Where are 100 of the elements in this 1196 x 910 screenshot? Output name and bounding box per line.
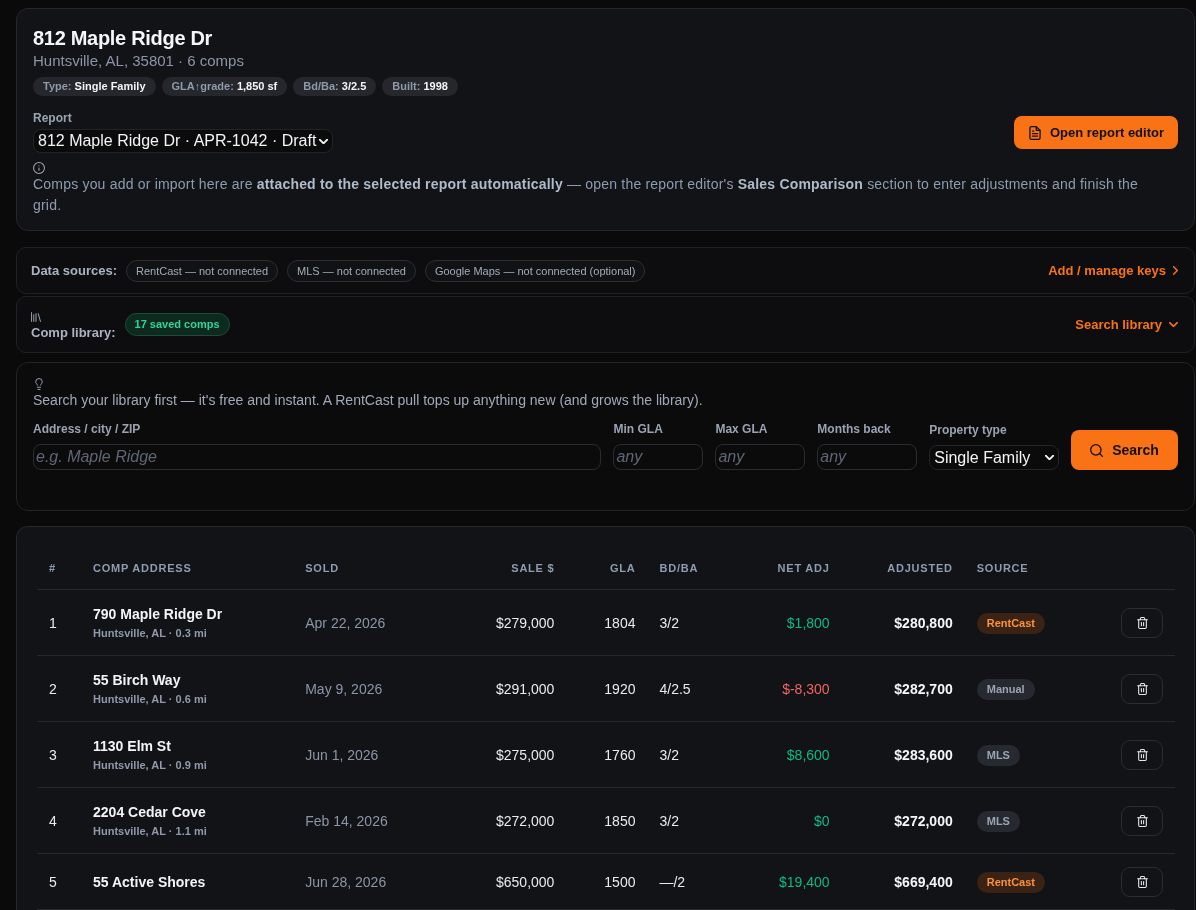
table-cell: 1500 [566,853,648,910]
table-cell: 2 [37,655,82,722]
source-tag: MLS [976,810,1020,832]
table-cell: $272,000 [841,787,965,854]
comp-address: 55 Birch Way [93,671,182,690]
input-field[interactable]: any [715,444,806,470]
table-cell: $1,800 [720,589,842,656]
open-editor-button[interactable]: Open report editor [1013,116,1178,149]
data-sources-label: Data sources: [31,263,117,278]
table-cell: $272,000 [433,787,567,854]
chevron-right-icon [1173,266,1178,275]
column-header: SALE $ [433,547,567,590]
table-cell: Jun 28, 2026 [293,853,434,910]
fact-chip: Built: 1998 [382,77,458,96]
source-tag: RentCast [976,872,1046,893]
table-cell: 3 [37,721,82,788]
table-cell: 1 [37,589,82,656]
trash-icon [1136,748,1148,761]
comp-location: Huntsville, AL · 1.1 mi [93,824,208,839]
table-cell: $8,600 [720,721,842,788]
input-field[interactable]: e.g. Maple Ridge [33,444,602,470]
chevron-down-icon [319,138,329,144]
comp-location: Huntsville, AL · 0.9 mi [93,758,208,773]
comp-address: 790 Maple Ridge Dr [93,605,224,624]
table-cell: Jun 1, 2026 [293,721,434,788]
column-header: # [37,547,82,590]
comp-address: 1130 Elm St [93,737,172,756]
field-label: Property type [929,422,1008,438]
property-title: 812 Maple Ridge Dr [33,26,213,50]
table-cell: $275,000 [433,721,567,788]
comp-address: 55 Active Shores [93,873,207,892]
column-header: BD/BA [647,547,721,590]
delete-button[interactable] [1121,673,1163,704]
fact-chip: Bd/Ba: 3/2.5 [293,77,377,96]
column-header: SOURCE [964,547,1100,590]
table-cell: 4/2.5 [647,655,721,722]
search-icon [1090,443,1104,457]
input-field[interactable]: any [613,444,704,470]
saved-comps-badge: 17 saved comps [124,313,230,336]
search-library-link[interactable]: Search library [1075,317,1178,332]
attachment-note: Comps you add or import here are attached to the selected report automatically — open the report editor's Sales Comparison section to enter adjustments and finish the grid. [33,175,1140,215]
table-cell: $291,000 [433,655,567,722]
table-cell: 4 [37,787,82,854]
comp-location: Huntsville, AL · 0.3 mi [93,626,208,641]
chevron-down-icon [1169,322,1178,327]
source-tag: Manual [976,678,1035,700]
table-cell: 1804 [566,589,648,656]
delete-button[interactable] [1121,867,1163,897]
trash-icon [1136,616,1148,629]
field-label: Max GLA [715,421,769,437]
table-cell: $283,600 [841,721,965,788]
column-header: ADJUSTED [841,547,965,590]
search-hint: Search your library first — it's free and instant. A RentCast pull tops up anything new (and grows the library). [33,391,704,409]
lightbulb-icon [35,378,43,390]
table-cell: $282,700 [841,655,965,722]
search-button[interactable]: Search [1071,430,1178,470]
field-label: Address / city / ZIP [33,421,142,437]
table-cell: $19,400 [720,853,842,910]
column-header: NET ADJ [720,547,842,590]
source-status-chip: Google Maps — not connected (optional) [424,259,646,282]
table-cell: 3/2 [647,787,721,854]
table-cell: 3/2 [647,721,721,788]
column-header: GLA [566,547,648,590]
table-cell: $650,000 [433,853,567,910]
fact-chip: GLA↑grade: 1,850 sf [161,77,288,96]
field-label: Min GLA [613,421,664,437]
comp-library-label: Comp library: [31,325,116,340]
comp-address: 2204 Cedar Cove [93,803,207,822]
books-icon [31,312,41,322]
report-select[interactable]: 812 Maple Ridge Dr · APR-1042 · Draft [33,129,334,153]
trash-icon [1136,876,1148,888]
table-cell: Feb 14, 2026 [293,787,434,854]
delete-button[interactable] [1121,805,1163,836]
table-cell: May 9, 2026 [293,655,434,722]
field-label: Months back [817,421,892,437]
table-cell: —/2 [647,853,721,910]
table-cell: 5 [37,853,82,910]
manage-keys-link[interactable]: Add / manage keys [1048,263,1178,278]
table-cell: 3/2 [647,589,721,656]
table-cell: $0 [720,787,842,854]
table-cell: 1920 [566,655,648,722]
trash-icon [1136,682,1148,695]
chevron-down-icon [1045,455,1055,460]
table-cell: $280,800 [841,589,965,656]
delete-button[interactable] [1121,607,1163,638]
property-subtitle: Huntsville, AL, 35801 · 6 comps [33,51,244,71]
input-field[interactable]: any [817,444,918,470]
table-cell: 1850 [566,787,648,854]
column-header: COMP ADDRESS [81,547,294,590]
fact-chip: Type: Single Family [33,77,156,96]
table-cell: Apr 22, 2026 [293,589,434,656]
trash-icon [1136,814,1148,827]
table-cell: 1760 [566,721,648,788]
delete-button[interactable] [1121,739,1163,770]
source-tag: MLS [976,744,1020,766]
table-cell: $279,000 [433,589,567,656]
info-icon [33,162,45,174]
table-cell: $669,400 [841,853,965,910]
property-type-select[interactable]: Single Family [929,445,1060,470]
column-header: SOLD [293,547,434,590]
